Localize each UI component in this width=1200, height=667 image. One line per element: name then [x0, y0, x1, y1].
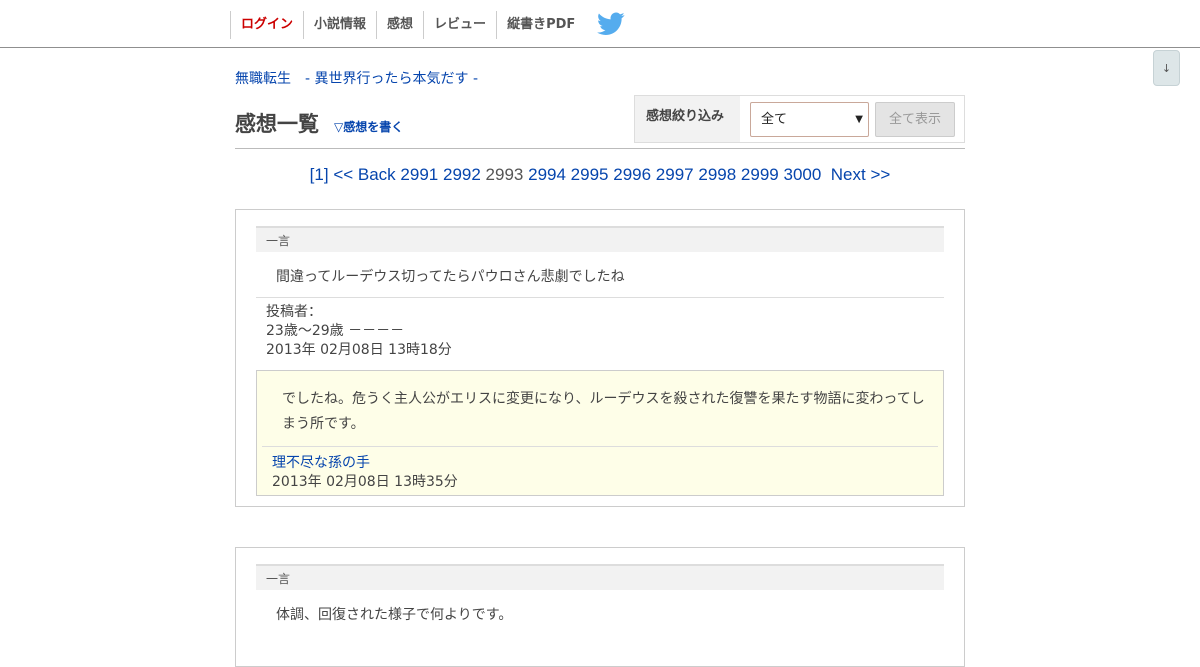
comment-divider — [256, 297, 944, 298]
novel-title-sub: - 異世界行ったら本気だす - — [305, 71, 479, 87]
page-link[interactable]: 2991 — [400, 165, 438, 184]
filter-selected-value: 全て — [761, 112, 788, 127]
author-reply: でしたね。危うく主人公がエリスに変更になり、ルーデウスを殺された復讐を果たす物語… — [256, 370, 944, 496]
write-impression-link[interactable]: ▽感想を書く — [334, 118, 403, 135]
page-link[interactable]: 3000 — [783, 165, 821, 184]
show-all-button[interactable]: 全て表示 — [875, 102, 955, 137]
poster-label: 投稿者： — [266, 304, 322, 320]
reply-date: 2013年 02月08日 13時35分 — [272, 474, 458, 490]
nav-login[interactable]: ログイン — [230, 11, 303, 39]
comment-section-label: 一言 — [256, 564, 944, 590]
page-link[interactable]: 2997 — [656, 165, 694, 184]
dropdown-arrow-icon: ▼ — [855, 114, 863, 125]
pagination: [1] << Back 2991 2992 2993 2994 2995 299… — [0, 165, 1200, 185]
page-title: 感想一覧 — [235, 112, 319, 136]
comment-text: 間違ってルーデウス切ってたらパウロさん悲劇でしたね — [276, 269, 625, 285]
page-link[interactable]: 2994 — [528, 165, 566, 184]
filter-label: 感想絞り込み — [635, 96, 740, 142]
scroll-down-button[interactable]: ↓ — [1153, 50, 1180, 86]
scroll-down-icon: ↓ — [1161, 62, 1172, 75]
novel-title-link[interactable]: 無職転生 - 異世界行ったら本気だす - — [235, 68, 492, 88]
page-back[interactable]: << Back — [333, 165, 395, 184]
comment-date: 2013年 02月08日 13時18分 — [266, 342, 452, 358]
nav-review[interactable]: レビュー — [423, 11, 496, 39]
page-current: 2993 — [485, 165, 524, 184]
page-link[interactable]: 2992 — [443, 165, 481, 184]
filter-box: 感想絞り込み 全て ▼ 全て表示 — [634, 95, 965, 143]
nav-novel-info[interactable]: 小説情報 — [303, 11, 376, 39]
page-next[interactable]: Next >> — [831, 165, 891, 184]
reply-author-link[interactable]: 理不尽な孫の手 — [272, 452, 370, 472]
twitter-bird-icon[interactable] — [597, 12, 625, 36]
comment-section-label: 一言 — [256, 226, 944, 252]
comment-card: 一言 間違ってルーデウス切ってたらパウロさん悲劇でしたね 投稿者： 23歳～29… — [235, 209, 965, 507]
comment-text: 体調、回復された様子で何よりです。 — [276, 607, 513, 623]
nav-list: ログイン 小説情報 感想 レビュー 縦書きPDF — [230, 11, 585, 39]
page-link[interactable]: 2999 — [741, 165, 779, 184]
page-link[interactable]: 2995 — [571, 165, 609, 184]
heading-divider — [235, 148, 965, 149]
page-link[interactable]: 2996 — [613, 165, 651, 184]
comment-meta: 投稿者： 23歳～29歳 －－－－ 2013年 02月08日 13時18分 — [266, 303, 452, 360]
page-first[interactable]: [1] — [310, 165, 329, 184]
novel-title-main: 無職転生 — [235, 71, 291, 87]
nav-impressions[interactable]: 感想 — [376, 11, 423, 39]
comment-card: 一言 体調、回復された様子で何よりです。 — [235, 547, 965, 667]
page-link[interactable]: 2998 — [698, 165, 736, 184]
filter-select[interactable]: 全て ▼ — [750, 102, 869, 137]
nav-vertical-pdf[interactable]: 縦書きPDF — [496, 11, 585, 39]
top-nav: ログイン 小説情報 感想 レビュー 縦書きPDF — [0, 0, 1200, 48]
reply-divider — [262, 446, 938, 447]
reply-text: でしたね。危うく主人公がエリスに変更になり、ルーデウスを殺された復讐を果たす物語… — [282, 391, 925, 432]
poster-age: 23歳～29歳 －－－－ — [266, 323, 405, 339]
